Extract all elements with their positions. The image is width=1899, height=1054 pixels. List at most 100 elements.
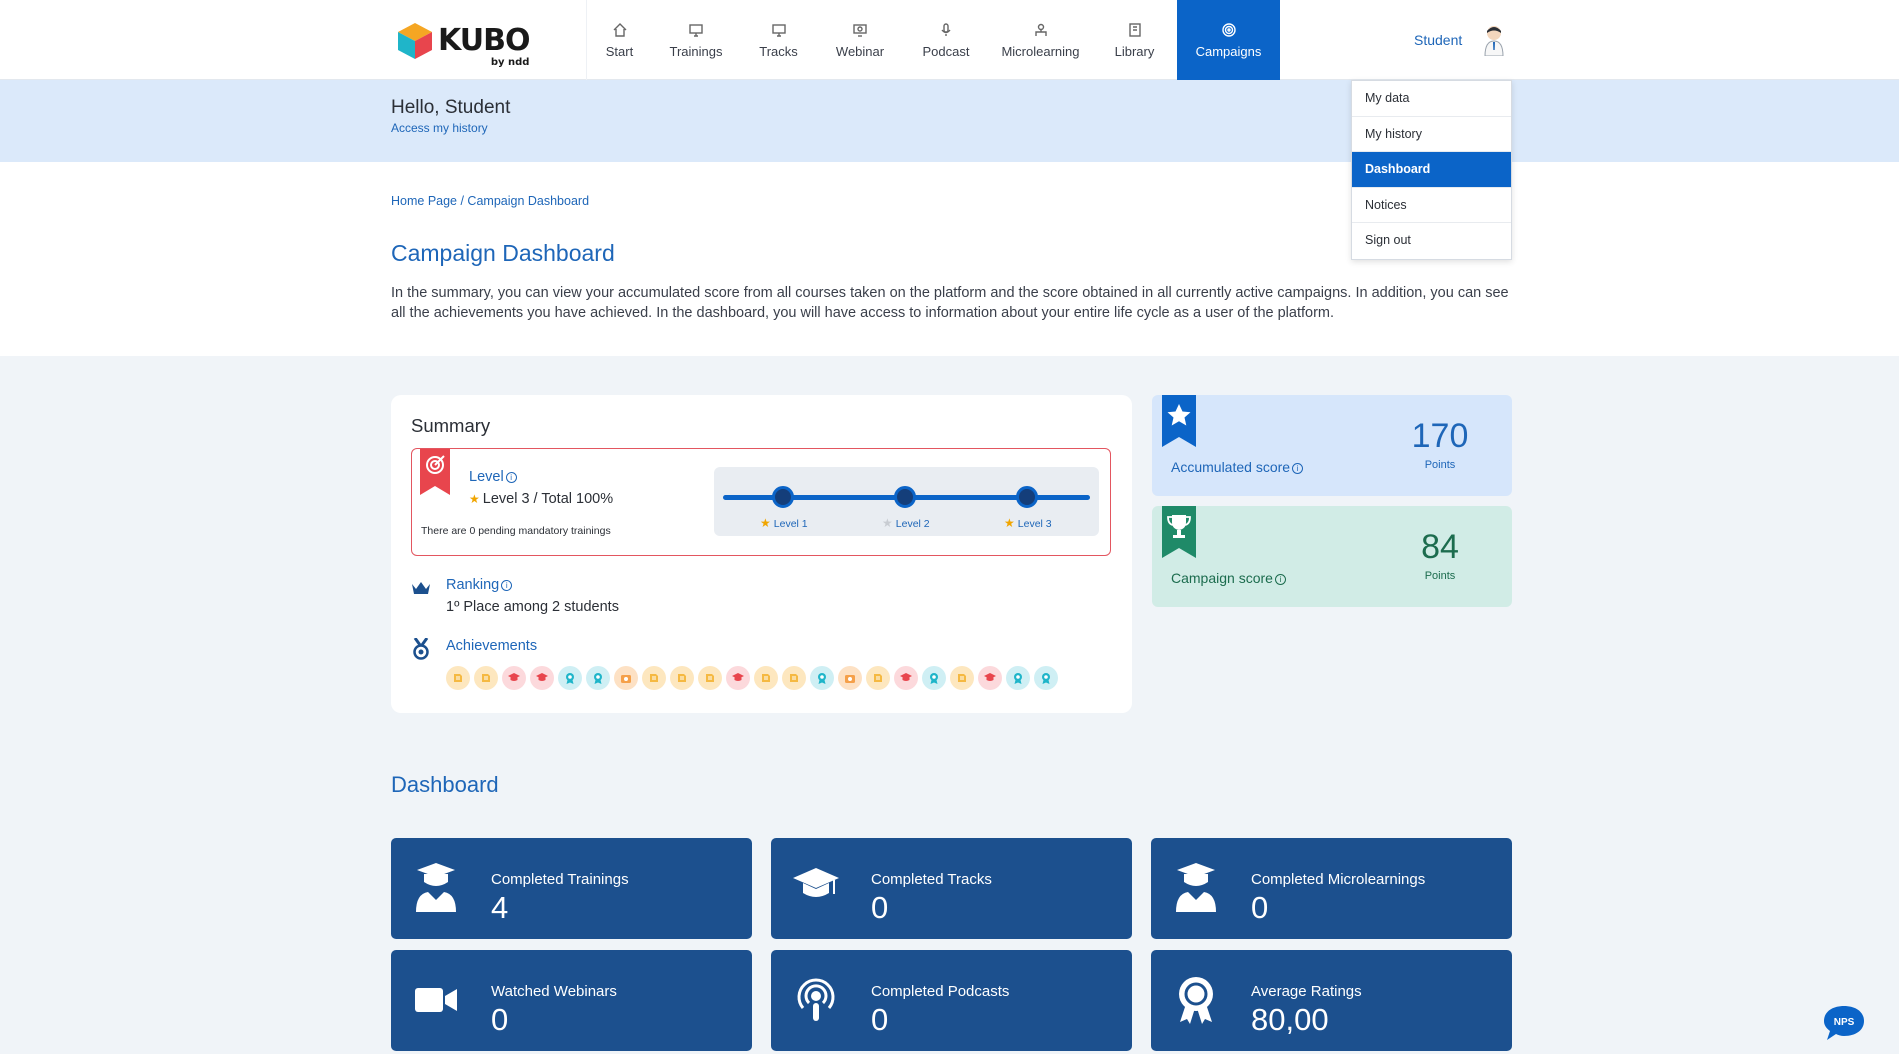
- document-badge-icon: [706, 674, 714, 682]
- tile-value: 80,00: [1251, 1002, 1329, 1037]
- nps-feedback-button[interactable]: NPS: [1823, 1004, 1865, 1042]
- pending-trainings: There are 0 pending mandatory trainings: [421, 525, 611, 537]
- nav-campaigns[interactable]: Campaigns: [1177, 0, 1280, 80]
- document-badge[interactable]: [446, 666, 470, 690]
- monitor-icon: [771, 23, 786, 37]
- accumulated-score-label: Accumulated score i: [1171, 459, 1304, 475]
- document-badge-icon: [454, 674, 462, 682]
- ribbon-badge[interactable]: [1006, 666, 1030, 690]
- main-nav: Start Trainings Tracks Webinar Podcast M…: [586, 0, 1280, 80]
- camera-badge[interactable]: [614, 666, 638, 690]
- graduation-badge-icon: [900, 673, 912, 681]
- document-badge-icon: [874, 674, 882, 682]
- completed-podcasts-tile: Completed Podcasts 0: [771, 950, 1132, 1051]
- level-1-label: ★ Level 1: [760, 516, 808, 530]
- nav-campaigns-label: Campaigns: [1195, 43, 1262, 59]
- ribbon-badge[interactable]: [922, 666, 946, 690]
- ribbon-badge-icon: [930, 673, 938, 684]
- tile-value: 0: [491, 1002, 509, 1037]
- ribbon-badge[interactable]: [1034, 666, 1058, 690]
- tile-label: Completed Trainings: [491, 871, 629, 888]
- achievements-label: Achievements: [446, 638, 538, 654]
- graduation-badge[interactable]: [726, 666, 750, 690]
- level-label-text: Level: [469, 469, 504, 485]
- menu-item-my-data[interactable]: My data: [1352, 81, 1511, 117]
- nav-library[interactable]: Library: [1092, 0, 1177, 80]
- nav-trainings[interactable]: Trainings: [652, 0, 740, 80]
- ribbon-badge[interactable]: [810, 666, 834, 690]
- history-link[interactable]: Access my history: [391, 121, 488, 135]
- info-icon[interactable]: i: [501, 579, 513, 591]
- page-description: In the summary, you can view your accumu…: [391, 285, 1509, 321]
- document-badge[interactable]: [670, 666, 694, 690]
- intro-section: Home Page / Campaign Dashboard Campaign …: [0, 162, 1899, 356]
- graduation-cap-icon: [793, 868, 839, 897]
- monitor-icon: [689, 23, 703, 37]
- graduation-badge[interactable]: [530, 666, 554, 690]
- menu-item-sign-out[interactable]: Sign out: [1352, 223, 1511, 259]
- document-badge[interactable]: [698, 666, 722, 690]
- kubo-logo[interactable]: KUBO by ndd: [396, 18, 536, 68]
- level-2-text: Level 2: [895, 518, 930, 530]
- logo-text: KUBO by ndd: [438, 23, 530, 68]
- graduation-badge[interactable]: [894, 666, 918, 690]
- completed-trainings-tile: Completed Trainings 4: [391, 838, 752, 939]
- info-icon[interactable]: i: [505, 471, 517, 483]
- document-badge[interactable]: [754, 666, 778, 690]
- dashboard-title: Dashboard: [391, 772, 499, 797]
- nav-microlearning[interactable]: Microlearning: [989, 0, 1092, 80]
- level-3-label: ★ Level 3: [1004, 516, 1052, 530]
- document-badge[interactable]: [642, 666, 666, 690]
- graduation-badge[interactable]: [978, 666, 1002, 690]
- award-icon: [1179, 977, 1213, 1024]
- graduation-badge-icon: [984, 673, 996, 681]
- level-1-marker: [772, 486, 794, 508]
- info-icon[interactable]: i: [1274, 573, 1286, 585]
- ribbon-badge[interactable]: [586, 666, 610, 690]
- graduation-badge[interactable]: [502, 666, 526, 690]
- document-badge[interactable]: [782, 666, 806, 690]
- user-menu-toggle[interactable]: Student: [1414, 32, 1462, 48]
- nav-tracks[interactable]: Tracks: [740, 0, 817, 80]
- graduation-badge-icon: [508, 673, 520, 681]
- greeting-title: Hello, Student: [391, 97, 511, 118]
- book-icon: [1128, 22, 1141, 37]
- document-badge-icon: [650, 674, 658, 682]
- document-badge-icon: [958, 674, 966, 682]
- accumulated-score-label-text: Accumulated score: [1171, 459, 1291, 475]
- camera-badge[interactable]: [838, 666, 862, 690]
- accumulated-score-unit: Points: [1424, 459, 1456, 471]
- info-icon[interactable]: i: [1292, 462, 1304, 474]
- nav-webinar[interactable]: Webinar: [817, 0, 903, 80]
- watched-webinars-tile: Watched Webinars 0: [391, 950, 752, 1051]
- menu-item-dashboard[interactable]: Dashboard: [1352, 152, 1511, 188]
- ranking-label-text: Ranking: [446, 577, 500, 593]
- medal-icon: [413, 638, 429, 660]
- tile-value: 0: [871, 1002, 889, 1037]
- star-bookmark-icon: [1162, 395, 1196, 447]
- menu-item-my-history[interactable]: My history: [1352, 117, 1511, 152]
- summary-card: Summary Level i ★ Level 3 / Total 100% The…: [391, 395, 1132, 713]
- star-icon: ★: [760, 516, 771, 530]
- document-badge[interactable]: [866, 666, 890, 690]
- tile-label: Completed Podcasts: [871, 983, 1010, 1000]
- breadcrumb[interactable]: Home Page / Campaign Dashboard: [391, 194, 589, 208]
- nav-trainings-label: Trainings: [669, 43, 723, 59]
- logo-sub: by ndd: [490, 57, 530, 68]
- avatar[interactable]: [1482, 24, 1506, 56]
- nav-start[interactable]: Start: [587, 0, 652, 80]
- menu-item-notices[interactable]: Notices: [1352, 188, 1511, 223]
- target-icon: [1221, 22, 1236, 37]
- completed-tracks-tile: Completed Tracks 0: [771, 838, 1132, 939]
- nav-start-label: Start: [605, 43, 634, 59]
- ribbon-badge[interactable]: [558, 666, 582, 690]
- trophy-bookmark-icon: [1162, 506, 1196, 558]
- tile-label: Completed Tracks: [871, 871, 992, 888]
- graduation-badge-icon: [536, 673, 548, 681]
- document-badge[interactable]: [474, 666, 498, 690]
- crown-icon: [412, 582, 430, 594]
- level-3-text: Level 3: [1017, 518, 1052, 530]
- nav-podcast[interactable]: Podcast: [903, 0, 989, 80]
- level-2-label: ★ Level 2: [882, 516, 930, 530]
- document-badge[interactable]: [950, 666, 974, 690]
